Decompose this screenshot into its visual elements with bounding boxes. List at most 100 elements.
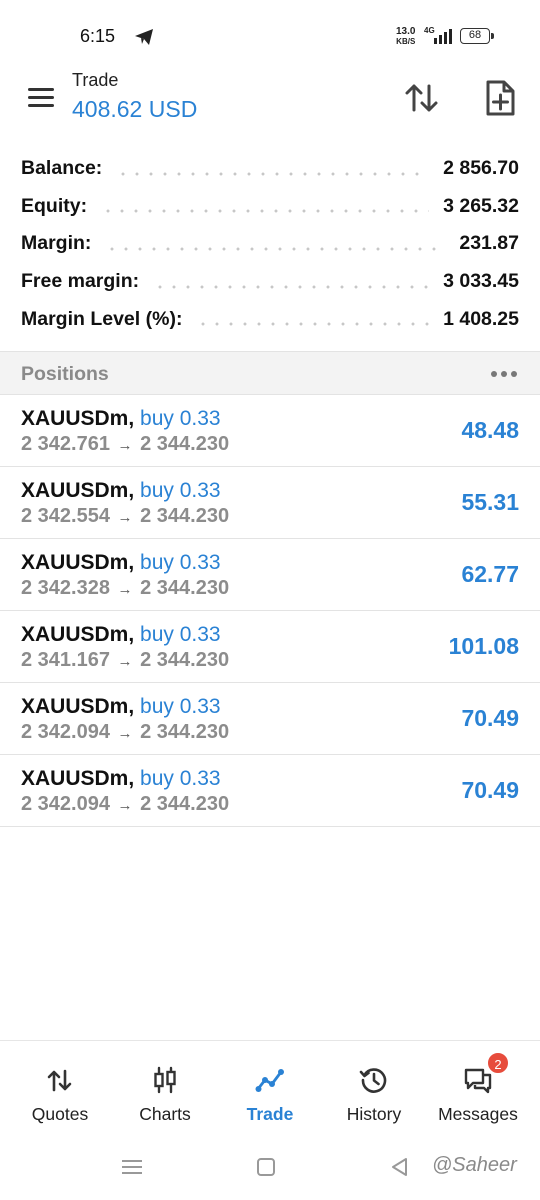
messages-badge: 2	[486, 1051, 510, 1075]
sort-icon[interactable]	[402, 78, 442, 118]
position-type: buy 0.33	[140, 551, 221, 574]
back-icon[interactable]	[390, 1157, 410, 1177]
arrow-right-icon: →	[117, 437, 133, 454]
position-profit: 101.08	[448, 633, 519, 659]
telegram-send-icon	[135, 29, 153, 45]
position-type: buy 0.33	[140, 695, 221, 718]
nav-item-history[interactable]: History	[320, 1041, 428, 1141]
network-speed: 13.0 KB/S	[396, 27, 415, 47]
position-type: buy 0.33	[140, 407, 221, 430]
current-price: 2 344.230	[140, 577, 230, 599]
position-title: XAUUSDm, buy 0.33	[21, 623, 221, 647]
nav-item-trade[interactable]: Trade	[216, 1041, 324, 1141]
nav-label: History	[346, 1104, 402, 1124]
position-symbol: XAUUSDm,	[21, 479, 135, 502]
position-row[interactable]: XAUUSDm, buy 0.33 2 342.328 → 2 344.230 …	[0, 539, 540, 611]
dotted-leader	[196, 321, 430, 328]
position-symbol: XAUUSDm,	[21, 767, 135, 790]
position-title: XAUUSDm, buy 0.33	[21, 551, 221, 575]
arrow-right-icon: →	[117, 509, 133, 526]
system-navigation-bar: @Saheer	[0, 1140, 540, 1200]
position-prices: 2 342.094 → 2 344.230	[21, 721, 229, 744]
nav-label: Charts	[139, 1104, 191, 1124]
more-options-icon[interactable]	[488, 368, 520, 380]
position-profit: 48.48	[461, 417, 519, 443]
home-icon[interactable]	[257, 1158, 275, 1176]
arrow-right-icon: →	[117, 725, 133, 742]
dotted-leader	[116, 170, 430, 177]
network-speed-unit: KB/S	[396, 37, 416, 46]
dotted-leader	[153, 283, 430, 290]
position-row[interactable]: XAUUSDm, buy 0.33 2 342.094 → 2 344.230 …	[0, 755, 540, 827]
summary-value: 1 408.25	[443, 307, 519, 330]
summary-row-margin-level: Margin Level (%): 1 408.25	[0, 300, 540, 338]
summary-label: Balance:	[21, 157, 103, 180]
current-price: 2 344.230	[140, 721, 230, 743]
nav-item-charts[interactable]: Charts	[111, 1041, 219, 1141]
position-prices: 2 342.554 → 2 344.230	[21, 505, 229, 528]
recent-apps-icon[interactable]	[122, 1158, 142, 1176]
open-price: 2 341.167	[21, 649, 110, 671]
position-title: XAUUSDm, buy 0.33	[21, 407, 221, 431]
open-price: 2 342.094	[21, 721, 110, 743]
position-title: XAUUSDm, buy 0.33	[21, 695, 221, 719]
dotted-leader	[105, 245, 446, 252]
current-price: 2 344.230	[140, 505, 230, 527]
position-row[interactable]: XAUUSDm, buy 0.33 2 341.167 → 2 344.230 …	[0, 611, 540, 683]
menu-icon[interactable]	[26, 84, 58, 110]
bottom-navigation: Quotes Charts Trade History 2 Messages	[0, 1040, 540, 1140]
position-profit: 70.49	[461, 705, 519, 731]
position-title: XAUUSDm, buy 0.33	[21, 479, 221, 503]
nav-label: Trade	[246, 1104, 294, 1124]
position-profit: 70.49	[461, 777, 519, 803]
open-price: 2 342.328	[21, 577, 110, 599]
status-time: 6:15	[80, 26, 116, 46]
battery-icon: 68	[460, 28, 494, 44]
position-symbol: XAUUSDm,	[21, 407, 135, 430]
position-profit: 62.77	[461, 561, 519, 587]
nav-item-quotes[interactable]: Quotes	[6, 1041, 114, 1141]
position-prices: 2 342.761 → 2 344.230	[21, 433, 229, 456]
position-row[interactable]: XAUUSDm, buy 0.33 2 342.094 → 2 344.230 …	[0, 683, 540, 755]
open-price: 2 342.554	[21, 505, 110, 527]
position-type: buy 0.33	[140, 623, 221, 646]
open-price: 2 342.761	[21, 433, 110, 455]
nav-item-messages[interactable]: 2 Messages	[424, 1041, 532, 1141]
position-prices: 2 342.094 → 2 344.230	[21, 793, 229, 816]
position-symbol: XAUUSDm,	[21, 623, 135, 646]
position-symbol: XAUUSDm,	[21, 695, 135, 718]
network-speed-value: 13.0	[396, 26, 416, 37]
position-type: buy 0.33	[140, 479, 221, 502]
candlestick-icon	[154, 1066, 176, 1094]
summary-row-equity: Equity: 3 265.32	[0, 188, 540, 226]
signal-icon	[434, 29, 452, 44]
positions-title: Positions	[21, 363, 109, 385]
summary-label: Margin Level (%):	[21, 307, 183, 330]
current-price: 2 344.230	[140, 649, 230, 671]
position-prices: 2 342.328 → 2 344.230	[21, 577, 229, 600]
account-summary: Balance: 2 856.70 Equity: 3 265.32 Margi…	[0, 150, 540, 338]
summary-value: 3 033.45	[443, 270, 519, 293]
current-price: 2 344.230	[140, 433, 230, 455]
position-symbol: XAUUSDm,	[21, 551, 135, 574]
current-price: 2 344.230	[140, 793, 230, 815]
position-title: XAUUSDm, buy 0.33	[21, 767, 221, 791]
arrow-right-icon: →	[117, 797, 133, 814]
summary-label: Margin:	[21, 232, 92, 255]
summary-row-margin: Margin: 231.87	[0, 225, 540, 263]
trade-line-icon	[255, 1069, 284, 1092]
position-row[interactable]: XAUUSDm, buy 0.33 2 342.554 → 2 344.230 …	[0, 467, 540, 539]
summary-row-balance: Balance: 2 856.70	[0, 150, 540, 188]
dotted-leader	[101, 208, 430, 215]
history-clock-icon	[359, 1068, 387, 1093]
new-order-icon[interactable]	[480, 78, 520, 118]
nav-label: Quotes	[31, 1104, 89, 1124]
summary-label: Equity:	[21, 194, 88, 217]
quotes-arrows-icon	[47, 1069, 72, 1092]
status-bar: 6:15 13.0 KB/S 4G 68	[0, 0, 540, 72]
positions-section-header: Positions	[0, 351, 540, 395]
summary-value: 2 856.70	[443, 157, 519, 180]
summary-label: Free margin:	[21, 270, 140, 293]
position-row[interactable]: XAUUSDm, buy 0.33 2 342.761 → 2 344.230 …	[0, 395, 540, 467]
app-header: Trade 408.62 USD	[0, 64, 540, 134]
